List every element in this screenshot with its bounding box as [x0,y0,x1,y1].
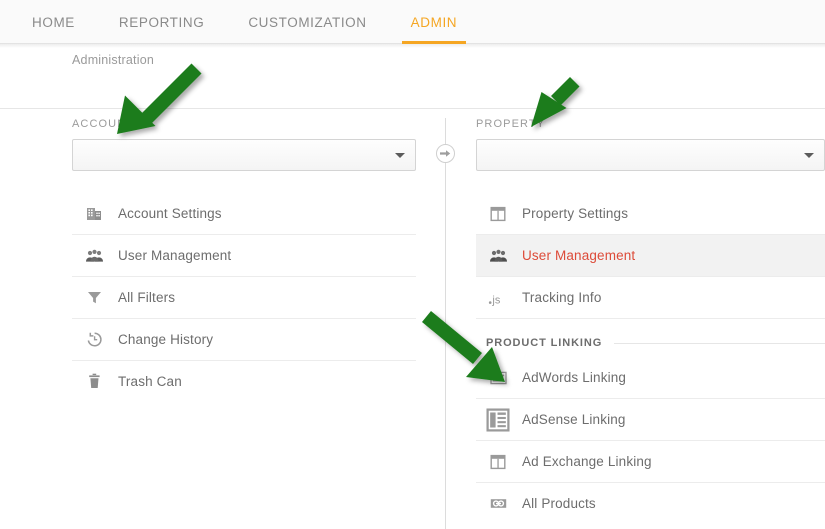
product-linking-item-adsense-linking[interactable]: AdSense Linking [476,399,825,441]
property-menu: Property Settings User Management js Tra… [476,193,825,319]
product-linking-item-label: AdSense Linking [522,412,626,427]
account-select[interactable] [72,139,416,171]
product-linking-item-adwords-linking[interactable]: AdWords Linking [476,357,825,399]
circled-arrow-right-icon [436,144,455,163]
account-column: ACCOUNT Account Settings User Management… [72,118,416,403]
property-column-label: PROPERTY [476,118,546,130]
users-icon [82,244,106,268]
history-clock-icon [82,328,106,352]
account-menu-item-label: Account Settings [118,206,222,221]
nav-tab-admin-label: ADMIN [410,14,458,30]
top-navigation-bar: HOME REPORTING CUSTOMIZATION ADMIN [0,0,825,44]
nav-tab-customization-label: CUSTOMIZATION [248,14,367,30]
svg-text:js: js [491,294,500,306]
account-menu-item-label: Change History [118,332,214,347]
nav-tab-customization[interactable]: CUSTOMIZATION [226,0,388,44]
account-menu: Account Settings User Management All Fil… [72,193,416,403]
account-menu-item-label: User Management [118,248,232,263]
adsense-columns-icon [486,407,510,432]
property-column: PROPERTY Property Settings User Manageme… [476,118,825,525]
product-linking-group-header: PRODUCT LINKING [476,333,825,353]
account-menu-item-change-history[interactable]: Change History [72,319,416,361]
nav-tab-admin[interactable]: ADMIN [389,0,480,44]
account-menu-item-all-filters[interactable]: All Filters [72,277,416,319]
property-menu-item-label: Property Settings [522,206,629,221]
product-linking-menu: AdWords Linking AdSense Linking Ad Excha… [476,357,825,525]
nav-tab-home[interactable]: HOME [10,0,97,44]
property-menu-item-user-management[interactable]: User Management [476,235,825,277]
admin-page: HOME REPORTING CUSTOMIZATION ADMIN Admin… [0,0,825,529]
account-column-label: ACCOUNT [72,118,135,130]
product-linking-item-all-products[interactable]: All Products [476,483,825,525]
account-menu-item-user-management[interactable]: User Management [72,235,416,277]
account-menu-item-trash-can[interactable]: Trash Can [72,361,416,403]
trash-icon [82,370,106,394]
property-menu-item-label: Tracking Info [522,290,602,305]
breadcrumb: Administration [72,53,154,67]
product-linking-rule [614,342,825,344]
property-menu-item-tracking-info[interactable]: js Tracking Info [476,277,825,319]
nav-tab-reporting-label: REPORTING [118,14,205,30]
js-code-icon: js [486,286,510,310]
product-linking-item-label: All Products [522,496,596,511]
chevron-down-icon [395,153,405,158]
nav-tab-home-label: HOME [32,14,75,30]
section-divider [0,108,825,109]
account-menu-item-account-settings[interactable]: Account Settings [72,193,416,235]
product-linking-item-label: AdWords Linking [522,370,627,385]
chevron-down-icon [804,153,814,158]
header-shadow [0,44,825,48]
property-select[interactable] [476,139,825,171]
users-icon [486,244,510,268]
adwords-card-icon [486,366,510,390]
account-menu-item-label: Trash Can [118,374,182,389]
connector-line [445,118,446,529]
link-chain-icon [486,492,510,516]
product-linking-title: PRODUCT LINKING [486,337,603,349]
account-menu-item-label: All Filters [118,290,176,305]
property-menu-item-label: User Management [522,248,636,263]
property-menu-item-property-settings[interactable]: Property Settings [476,193,825,235]
layout-panel-icon [486,202,510,226]
filter-icon [82,286,106,310]
building-icon [82,202,106,226]
layout-panel-icon [486,450,510,474]
column-connector [436,118,455,529]
nav-tab-reporting[interactable]: REPORTING [97,0,226,44]
product-linking-item-label: Ad Exchange Linking [522,454,652,469]
product-linking-item-ad-exchange-linking[interactable]: Ad Exchange Linking [476,441,825,483]
